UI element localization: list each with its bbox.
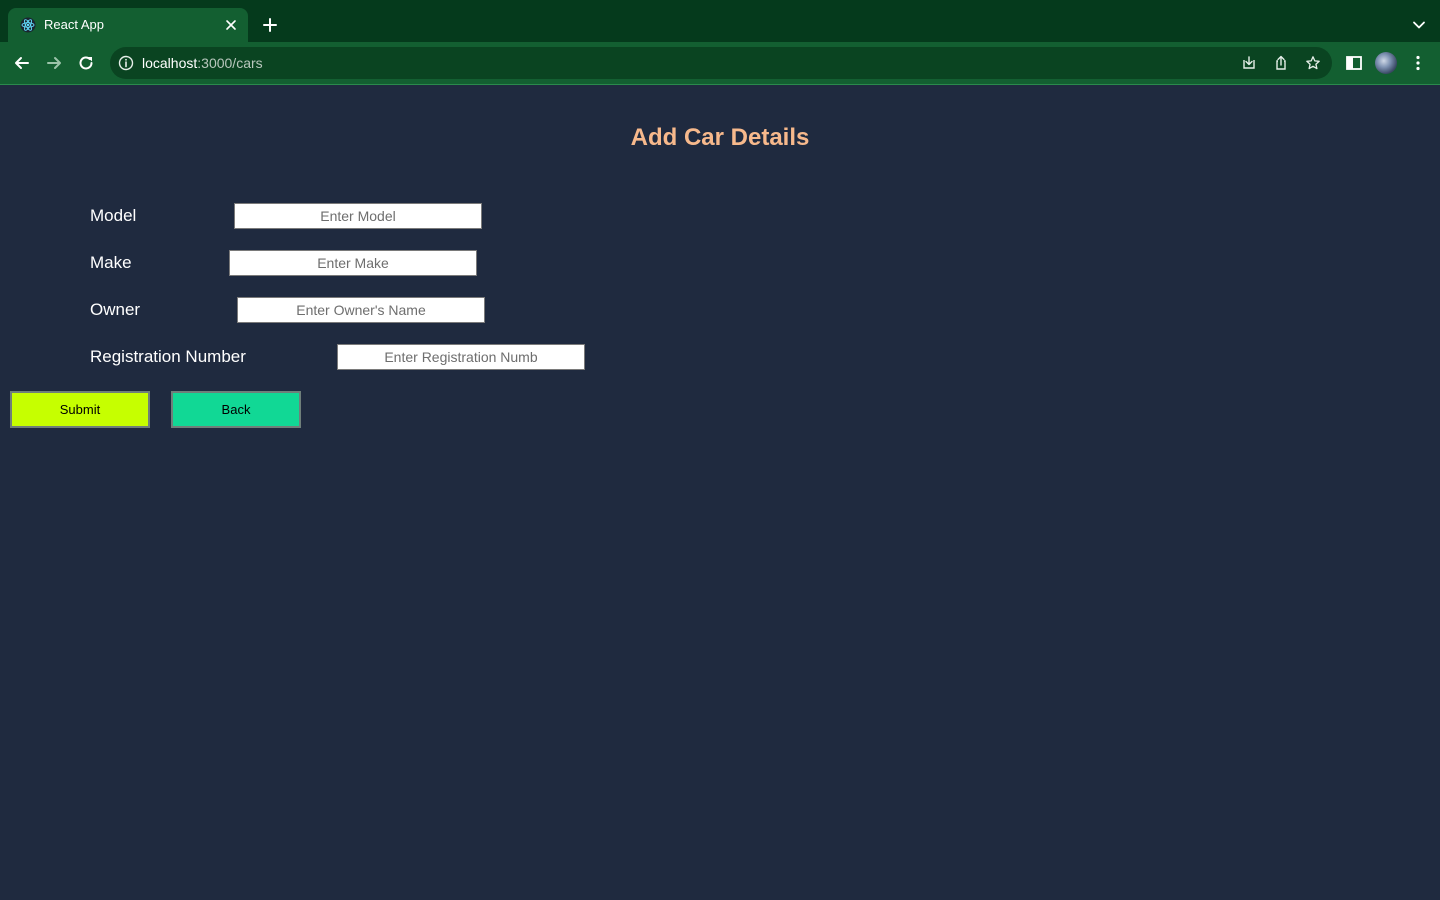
url-path: :3000/cars [197, 55, 263, 71]
side-panel-icon[interactable] [1344, 53, 1364, 73]
tab-title: React App [44, 17, 104, 32]
arrow-left-icon[interactable] [12, 53, 32, 73]
install-icon[interactable] [1241, 55, 1257, 71]
address-bar[interactable]: localhost:3000/cars [110, 47, 1332, 79]
owner-label: Owner [90, 300, 141, 319]
make-label: Make [90, 253, 132, 272]
owner-input[interactable] [237, 297, 485, 323]
plus-icon[interactable] [261, 16, 279, 34]
make-input[interactable] [229, 250, 477, 276]
reload-icon[interactable] [76, 53, 96, 73]
page-title: Add Car Details [630, 124, 810, 151]
react-logo-icon [20, 17, 36, 33]
arrow-right-icon[interactable] [44, 53, 64, 73]
url-text[interactable]: localhost:3000/cars [142, 55, 263, 71]
info-icon[interactable] [118, 55, 134, 71]
model-label: Model [90, 206, 137, 225]
toolbar-divider [0, 84, 1440, 85]
model-input[interactable] [234, 203, 482, 229]
share-icon[interactable] [1273, 55, 1289, 71]
registration-number-label: Registration Number [90, 347, 246, 366]
kebab-menu-icon[interactable] [1408, 53, 1428, 73]
url-host: localhost [142, 55, 198, 71]
registration-number-input[interactable] [337, 344, 585, 370]
submit-button[interactable]: Submit [10, 391, 150, 428]
avatar[interactable] [1375, 52, 1397, 74]
tab-react-app[interactable]: React App [8, 8, 248, 42]
chevron-down-icon[interactable] [1412, 18, 1426, 32]
back-button[interactable]: Back [171, 391, 301, 428]
close-icon[interactable] [222, 16, 240, 34]
star-icon[interactable] [1305, 55, 1321, 71]
tab-strip: React App [0, 0, 1440, 42]
